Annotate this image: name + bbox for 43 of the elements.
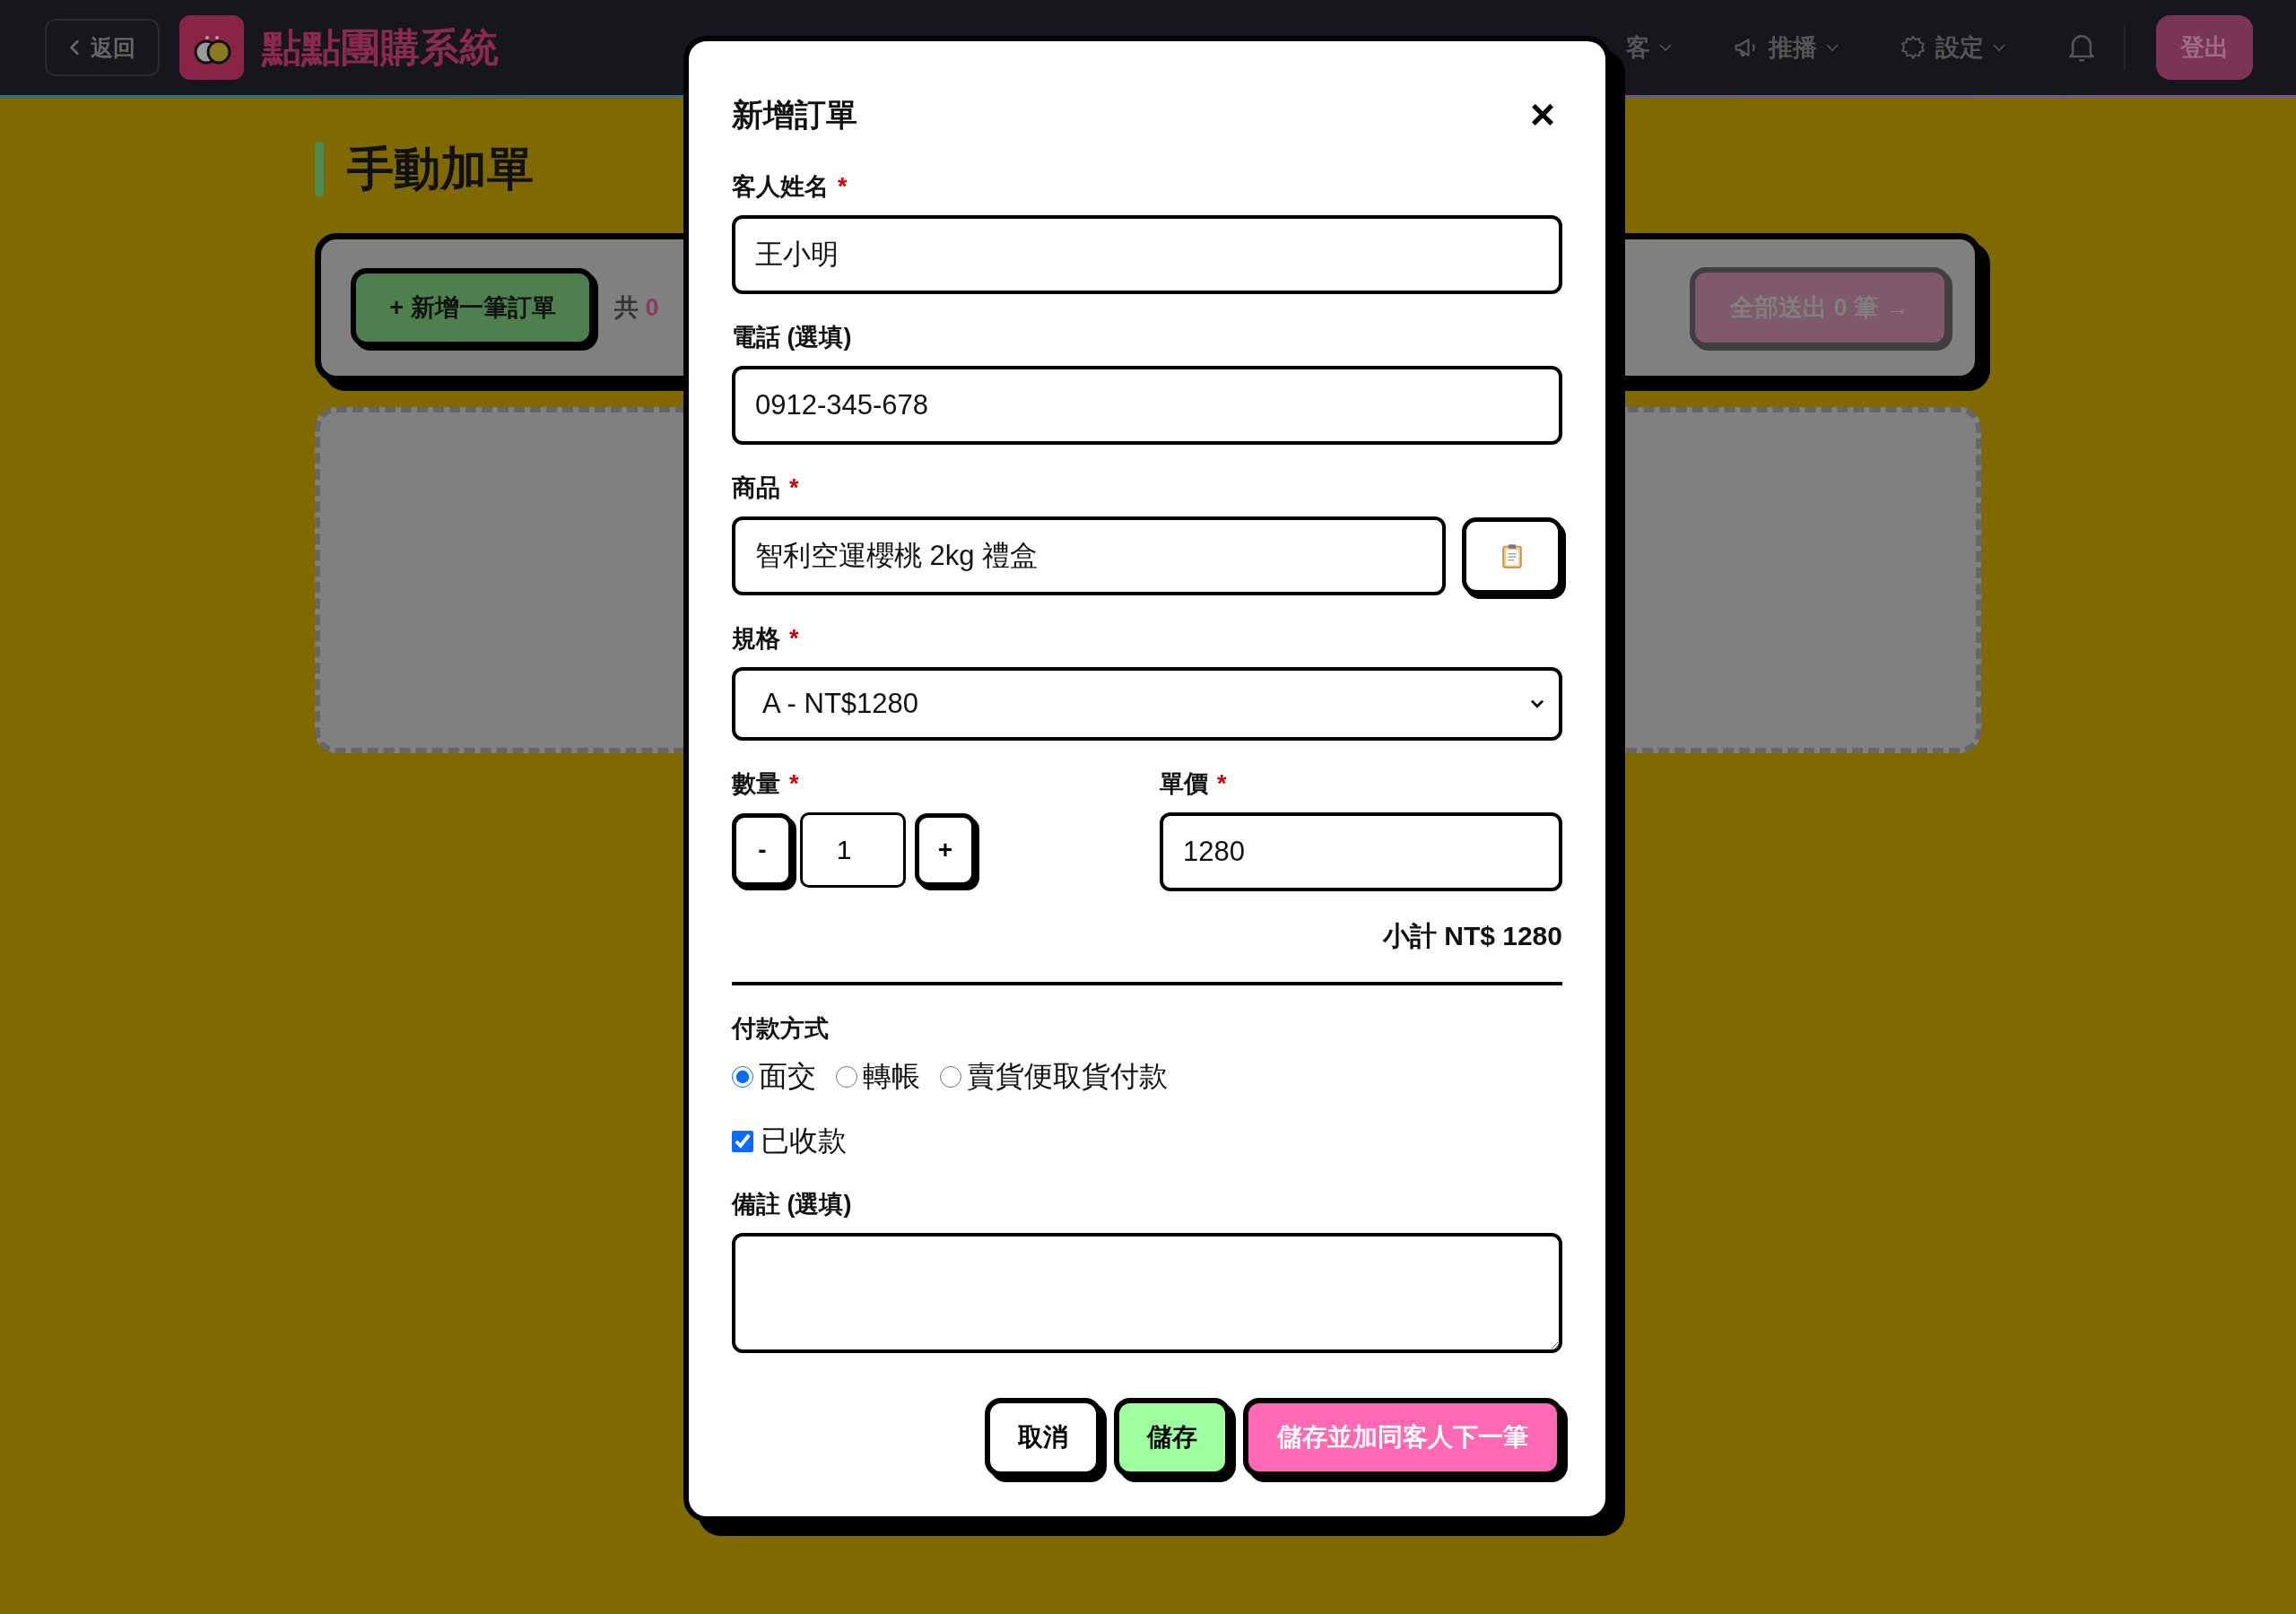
required-mark: * xyxy=(789,473,799,502)
clipboard-icon xyxy=(1501,543,1523,568)
radio-button[interactable] xyxy=(940,1066,961,1088)
field-label: 客人姓名 xyxy=(732,172,829,202)
chevron-down-icon xyxy=(1530,699,1544,708)
field-label: 付款方式 xyxy=(732,1014,829,1044)
chevron-down-icon xyxy=(1659,44,1672,51)
subtotal-text: 小計 NT$ 1280 xyxy=(1382,920,1562,952)
chevron-down-icon xyxy=(1826,44,1839,51)
dialog-title: 新增訂單 xyxy=(732,95,857,134)
chevron-left-icon xyxy=(69,39,80,56)
field-label: 備註 (選填) xyxy=(732,1190,852,1219)
title-accent-bar xyxy=(315,142,324,197)
field-label: 電話 (選填) xyxy=(732,323,852,352)
field-label: 商品 xyxy=(732,473,780,503)
input-field[interactable]: 王小明 xyxy=(732,215,1562,294)
field-label: 數量 xyxy=(732,769,780,799)
required-mark: * xyxy=(1217,769,1227,798)
radio-label: 面交 xyxy=(759,1059,816,1094)
logo-icon xyxy=(179,15,244,80)
checkbox-label: 已收款 xyxy=(761,1124,847,1158)
required-mark: * xyxy=(789,769,799,798)
input-field[interactable]: 智利空運櫻桃 2kg 禮盒 xyxy=(732,516,1446,595)
required-mark: * xyxy=(838,172,848,201)
quantity-field[interactable]: 1 xyxy=(800,812,906,888)
field-label: 單價 xyxy=(1160,769,1208,799)
radio-label: 轉帳 xyxy=(863,1059,920,1094)
close-button[interactable]: × xyxy=(1522,93,1562,136)
field-label: 規格 xyxy=(732,624,780,654)
checkbox[interactable] xyxy=(732,1131,753,1152)
app-title: 點點團購系統 xyxy=(262,23,499,71)
input-field[interactable]: 0912-345-678 xyxy=(732,366,1562,445)
radio-button[interactable] xyxy=(732,1066,753,1088)
chevron-down-icon xyxy=(1993,44,2005,51)
page-title: 手動加單 xyxy=(347,142,534,196)
price-field[interactable]: 1280 xyxy=(1160,812,1562,891)
gear-icon xyxy=(1900,34,1926,61)
required-mark: * xyxy=(789,624,799,653)
select-field[interactable]: A - NT$1280 xyxy=(732,667,1562,741)
radio-label: 賣貨便取貨付款 xyxy=(967,1059,1168,1094)
order-count: 共 0 xyxy=(614,293,659,323)
radio-button[interactable] xyxy=(836,1066,857,1088)
notes-field[interactable] xyxy=(732,1233,1562,1353)
